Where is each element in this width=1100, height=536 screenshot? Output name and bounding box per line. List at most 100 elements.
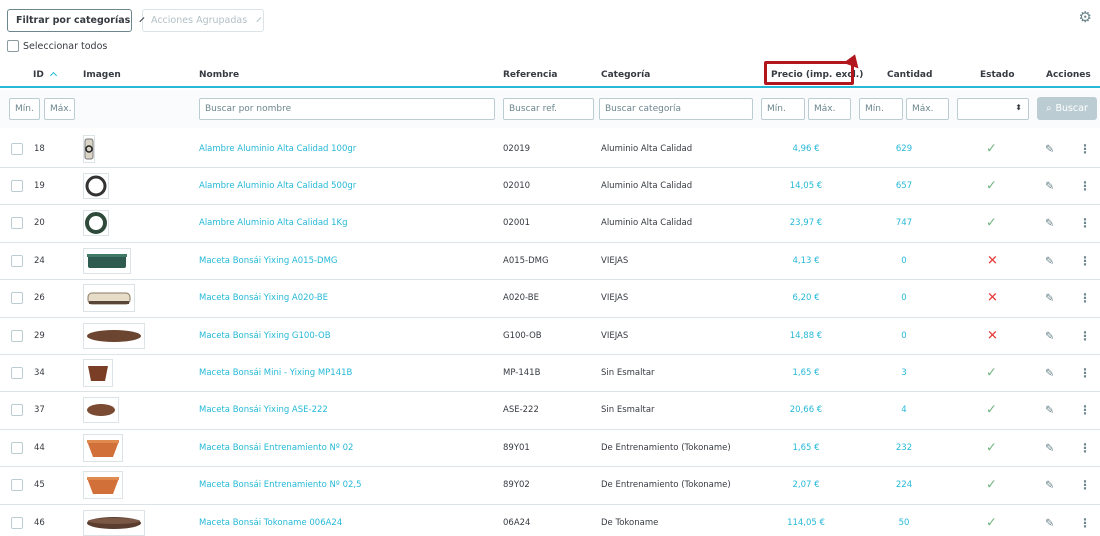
row-checkbox[interactable] bbox=[11, 254, 23, 267]
product-price[interactable]: 1,65 € bbox=[792, 368, 819, 378]
more-options-icon[interactable]: ⋮ bbox=[1079, 516, 1091, 530]
more-options-icon[interactable]: ⋮ bbox=[1079, 142, 1091, 156]
product-price[interactable]: 4,96 € bbox=[792, 144, 819, 154]
product-image[interactable] bbox=[83, 247, 131, 274]
column-category[interactable]: Categoría bbox=[601, 70, 650, 80]
select-all-checkbox[interactable] bbox=[7, 40, 19, 52]
column-name[interactable]: Nombre bbox=[199, 70, 239, 80]
reference-search-input[interactable]: Buscar ref. bbox=[503, 98, 594, 120]
price-max-input[interactable]: Máx. bbox=[808, 98, 851, 120]
more-options-icon[interactable]: ⋮ bbox=[1079, 478, 1091, 492]
edit-pencil-icon[interactable]: ✎ bbox=[1045, 366, 1054, 379]
edit-pencil-icon[interactable]: ✎ bbox=[1045, 142, 1054, 155]
more-options-icon[interactable]: ⋮ bbox=[1079, 291, 1091, 305]
status-active-icon[interactable]: ✓ bbox=[986, 440, 997, 455]
more-options-icon[interactable]: ⋮ bbox=[1079, 329, 1091, 343]
more-options-icon[interactable]: ⋮ bbox=[1079, 441, 1091, 455]
column-price[interactable]: Precio (imp. excl.) bbox=[771, 70, 863, 80]
search-button[interactable]: ⌕ Buscar bbox=[1037, 97, 1097, 120]
edit-pencil-icon[interactable]: ✎ bbox=[1045, 292, 1054, 305]
product-quantity[interactable]: 0 bbox=[901, 293, 906, 303]
product-price[interactable]: 6,20 € bbox=[792, 293, 819, 303]
product-quantity[interactable]: 747 bbox=[896, 218, 912, 228]
gear-icon[interactable]: ⚙ bbox=[1079, 10, 1092, 25]
category-search-input[interactable]: Buscar categoría bbox=[599, 98, 753, 120]
row-checkbox[interactable] bbox=[11, 441, 23, 454]
status-active-icon[interactable]: ✓ bbox=[986, 216, 997, 231]
product-image[interactable] bbox=[83, 284, 135, 313]
row-checkbox[interactable] bbox=[11, 479, 23, 492]
product-name-link[interactable]: Maceta Bonsái Yixing G100-OB bbox=[199, 331, 331, 341]
product-name-link[interactable]: Maceta Bonsái Yixing ASE-222 bbox=[199, 405, 328, 415]
product-price[interactable]: 4,13 € bbox=[792, 256, 819, 266]
status-active-icon[interactable]: ✓ bbox=[986, 178, 997, 193]
product-image[interactable] bbox=[83, 471, 123, 500]
name-search-input[interactable]: Buscar por nombre bbox=[199, 98, 495, 120]
edit-pencil-icon[interactable]: ✎ bbox=[1045, 441, 1054, 454]
status-inactive-icon[interactable]: ✕ bbox=[987, 253, 998, 268]
quantity-min-input[interactable]: Mín. bbox=[859, 98, 903, 120]
id-min-input[interactable]: Mín. bbox=[9, 98, 40, 120]
edit-pencil-icon[interactable]: ✎ bbox=[1045, 254, 1054, 267]
more-options-icon[interactable]: ⋮ bbox=[1079, 403, 1091, 417]
product-price[interactable]: 20,66 € bbox=[790, 405, 822, 415]
product-name-link[interactable]: Maceta Bonsái Entrenamiento Nº 02,5 bbox=[199, 480, 362, 490]
product-image[interactable] bbox=[83, 322, 145, 349]
product-price[interactable]: 1,65 € bbox=[792, 443, 819, 453]
more-options-icon[interactable]: ⋮ bbox=[1079, 366, 1091, 380]
quantity-max-input[interactable]: Máx. bbox=[906, 98, 949, 120]
product-quantity[interactable]: 50 bbox=[899, 518, 910, 528]
row-checkbox[interactable] bbox=[11, 404, 23, 417]
column-reference[interactable]: Referencia bbox=[503, 70, 558, 80]
product-quantity[interactable]: 0 bbox=[901, 331, 906, 341]
column-quantity[interactable]: Cantidad bbox=[887, 70, 932, 80]
bulk-actions-dropdown[interactable]: Acciones Agrupadas bbox=[142, 9, 264, 32]
id-max-input[interactable]: Máx. bbox=[44, 98, 75, 120]
column-status[interactable]: Estado bbox=[980, 70, 1015, 80]
product-quantity[interactable]: 232 bbox=[896, 443, 912, 453]
product-quantity[interactable]: 3 bbox=[901, 368, 906, 378]
product-price[interactable]: 14,88 € bbox=[790, 331, 822, 341]
product-image[interactable] bbox=[83, 358, 113, 387]
product-image[interactable] bbox=[83, 433, 123, 462]
status-select[interactable]: ⬍ bbox=[957, 98, 1029, 120]
row-checkbox[interactable] bbox=[11, 217, 23, 230]
status-active-icon[interactable]: ✓ bbox=[986, 365, 997, 380]
category-filter-dropdown[interactable]: Filtrar por categorías bbox=[7, 9, 145, 32]
product-name-link[interactable]: Alambre Aluminio Alta Calidad 100gr bbox=[199, 144, 356, 154]
select-all[interactable]: Seleccionar todos bbox=[7, 40, 107, 52]
product-quantity[interactable]: 4 bbox=[901, 405, 906, 415]
product-quantity[interactable]: 224 bbox=[896, 480, 912, 490]
row-checkbox[interactable] bbox=[11, 329, 23, 342]
status-active-icon[interactable]: ✓ bbox=[986, 515, 997, 530]
product-quantity[interactable]: 629 bbox=[896, 144, 912, 154]
product-name-link[interactable]: Alambre Aluminio Alta Calidad 1Kg bbox=[199, 218, 348, 228]
product-image[interactable] bbox=[83, 172, 109, 199]
column-id[interactable]: ID bbox=[33, 70, 57, 80]
product-image[interactable] bbox=[83, 509, 145, 536]
status-active-icon[interactable]: ✓ bbox=[986, 478, 997, 493]
row-checkbox[interactable] bbox=[11, 292, 23, 305]
product-name-link[interactable]: Maceta Bonsái Yixing A015-DMG bbox=[199, 256, 338, 266]
more-options-icon[interactable]: ⋮ bbox=[1079, 254, 1091, 268]
edit-pencil-icon[interactable]: ✎ bbox=[1045, 516, 1054, 529]
product-price[interactable]: 14,05 € bbox=[790, 181, 822, 191]
more-options-icon[interactable]: ⋮ bbox=[1079, 179, 1091, 193]
row-checkbox[interactable] bbox=[11, 366, 23, 379]
product-image[interactable] bbox=[83, 210, 109, 237]
product-name-link[interactable]: Maceta Bonsái Mini - Yixing MP141B bbox=[199, 368, 352, 378]
product-quantity[interactable]: 0 bbox=[901, 256, 906, 266]
status-active-icon[interactable]: ✓ bbox=[986, 403, 997, 418]
more-options-icon[interactable]: ⋮ bbox=[1079, 216, 1091, 230]
product-name-link[interactable]: Maceta Bonsái Yixing A020-BE bbox=[199, 293, 328, 303]
edit-pencil-icon[interactable]: ✎ bbox=[1045, 404, 1054, 417]
edit-pencil-icon[interactable]: ✎ bbox=[1045, 329, 1054, 342]
row-checkbox[interactable] bbox=[11, 179, 23, 192]
product-image[interactable] bbox=[83, 397, 119, 424]
row-checkbox[interactable] bbox=[11, 142, 23, 155]
product-price[interactable]: 114,05 € bbox=[787, 518, 825, 528]
product-image[interactable] bbox=[83, 134, 95, 163]
product-price[interactable]: 23,97 € bbox=[790, 218, 822, 228]
row-checkbox[interactable] bbox=[11, 516, 23, 529]
price-min-input[interactable]: Mín. bbox=[761, 98, 805, 120]
